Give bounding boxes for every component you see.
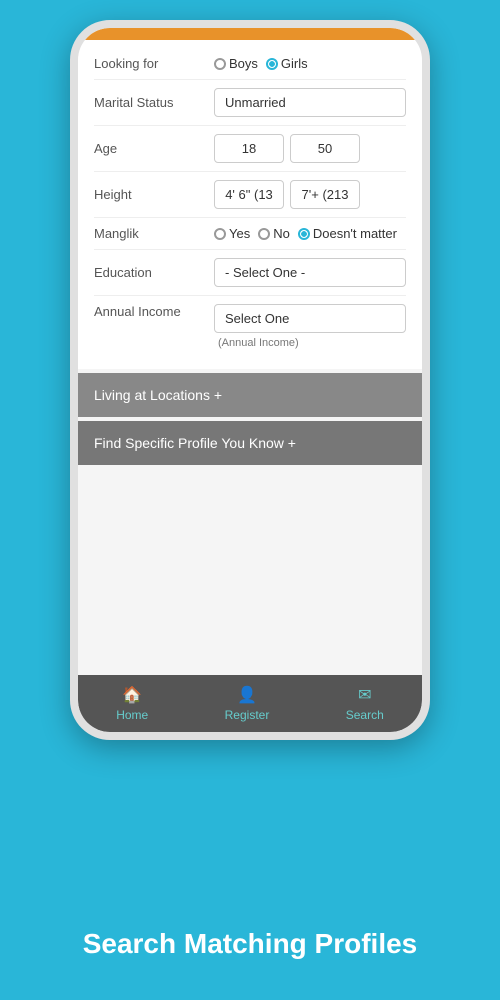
girls-radio[interactable]	[266, 58, 278, 70]
form-area: Looking for Boys Girls	[78, 40, 422, 369]
boys-radio[interactable]	[214, 58, 226, 70]
nav-search[interactable]: ✉ Search	[346, 685, 384, 722]
height-row: Height 4' 6" (13 7'+ (213	[94, 172, 406, 218]
girls-label: Girls	[281, 56, 308, 71]
no-radio[interactable]	[258, 228, 270, 240]
annual-income-label: Annual Income	[94, 304, 214, 319]
height-from[interactable]: 4' 6" (13	[214, 180, 284, 209]
no-label: No	[273, 226, 290, 241]
annual-income-field: Select One (Annual Income)	[214, 304, 406, 349]
search-label: Search	[346, 708, 384, 722]
find-specific-section[interactable]: Find Specific Profile You Know +	[78, 421, 422, 465]
marital-status-row: Marital Status Unmarried	[94, 80, 406, 126]
manglik-yes[interactable]: Yes	[214, 226, 250, 241]
orange-top-bar	[78, 28, 422, 40]
manglik-no[interactable]: No	[258, 226, 290, 241]
living-at-section[interactable]: Living at Locations +	[78, 373, 422, 417]
living-at-label: Living at Locations +	[94, 387, 222, 403]
looking-for-row: Looking for Boys Girls	[94, 48, 406, 80]
manglik-row: Manglik Yes No	[94, 218, 406, 250]
boys-label: Boys	[229, 56, 258, 71]
phone-screen: Looking for Boys Girls	[78, 28, 422, 732]
bottom-nav: 🏠 Home 👤 Register ✉ Search	[78, 675, 422, 732]
annual-income-subtext: (Annual Income)	[214, 337, 406, 349]
page-title: Search Matching Profiles	[0, 928, 500, 960]
boys-option[interactable]: Boys	[214, 56, 258, 71]
home-label: Home	[116, 708, 148, 722]
phone-shell: Looking for Boys Girls	[70, 20, 430, 740]
background: Looking for Boys Girls	[0, 0, 500, 1000]
annual-income-value[interactable]: Select One	[214, 304, 406, 333]
education-label: Education	[94, 265, 214, 280]
doesnt-matter-radio[interactable]	[298, 228, 310, 240]
marital-status-value[interactable]: Unmarried	[214, 88, 406, 117]
age-from[interactable]: 18	[214, 134, 284, 163]
looking-for-label: Looking for	[94, 56, 214, 71]
girls-option[interactable]: Girls	[266, 56, 308, 71]
yes-radio[interactable]	[214, 228, 226, 240]
scrollable-content: Looking for Boys Girls	[78, 40, 422, 675]
education-value[interactable]: - Select One -	[214, 258, 406, 287]
content-wrapper: Looking for Boys Girls	[78, 40, 422, 732]
manglik-doesnt-matter[interactable]: Doesn't matter	[298, 226, 397, 241]
nav-home[interactable]: 🏠 Home	[116, 685, 148, 722]
search-icon: ✉	[358, 685, 371, 705]
education-field: - Select One -	[214, 258, 406, 287]
height-fields: 4' 6" (13 7'+ (213	[214, 180, 406, 209]
age-to[interactable]: 50	[290, 134, 360, 163]
age-row: Age 18 50	[94, 126, 406, 172]
yes-label: Yes	[229, 226, 250, 241]
age-label: Age	[94, 141, 214, 156]
height-to[interactable]: 7'+ (213	[290, 180, 360, 209]
manglik-options: Yes No Doesn't matter	[214, 226, 406, 241]
height-label: Height	[94, 187, 214, 202]
age-fields: 18 50	[214, 134, 406, 163]
education-row: Education - Select One -	[94, 250, 406, 296]
home-icon: 🏠	[122, 685, 142, 705]
nav-register[interactable]: 👤 Register	[225, 685, 270, 722]
register-icon: 👤	[237, 685, 257, 705]
marital-status-field: Unmarried	[214, 88, 406, 117]
marital-status-label: Marital Status	[94, 95, 214, 110]
looking-for-options: Boys Girls	[214, 56, 406, 71]
find-specific-label: Find Specific Profile You Know +	[94, 435, 296, 451]
doesnt-matter-label: Doesn't matter	[313, 226, 397, 241]
annual-income-row: Annual Income Select One (Annual Income)	[94, 296, 406, 357]
manglik-label: Manglik	[94, 226, 214, 241]
register-label: Register	[225, 708, 270, 722]
